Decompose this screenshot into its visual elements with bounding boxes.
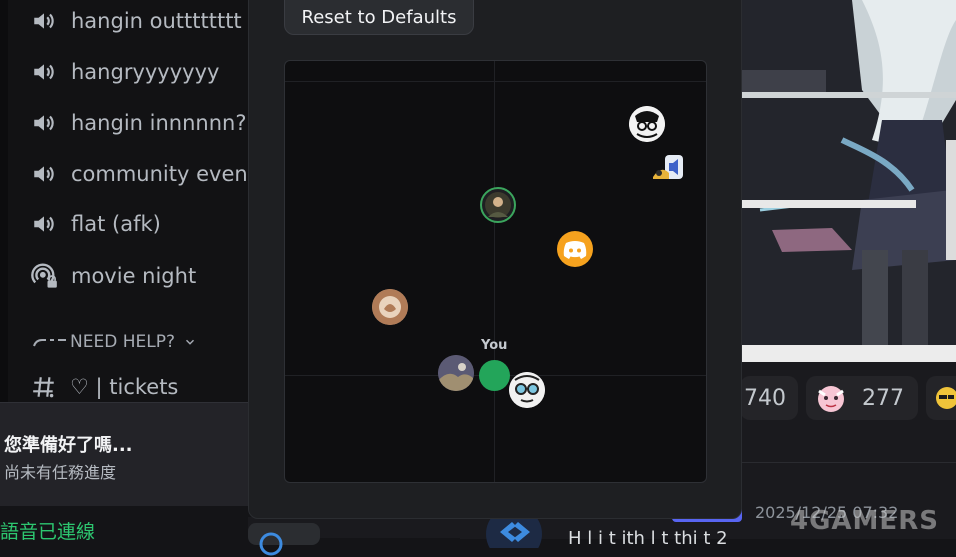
channel-label: ♡ | tickets bbox=[70, 375, 179, 399]
person-photo-avatar-icon bbox=[485, 192, 511, 218]
speaker-icon bbox=[30, 7, 58, 35]
voice-connected-status[interactable]: 語音已連線 bbox=[0, 517, 95, 544]
category-decoration-icon bbox=[33, 339, 66, 347]
panda-avatar-icon bbox=[629, 106, 665, 142]
participant-avatar[interactable] bbox=[557, 231, 593, 267]
hashtag-icon bbox=[30, 373, 58, 401]
reaction-pill[interactable]: 740 bbox=[740, 376, 798, 420]
voice-channel-community-event[interactable]: community event bbox=[30, 159, 248, 189]
participant-avatar[interactable] bbox=[509, 372, 545, 408]
watermark-logo: 4GAMERS bbox=[790, 506, 939, 536]
yellow-emoji-icon bbox=[936, 387, 956, 409]
reaction-pill[interactable] bbox=[926, 376, 956, 420]
channel-label: community event bbox=[71, 162, 248, 186]
stage-channel-movie-night[interactable]: movie night bbox=[30, 261, 196, 291]
quest-progress-card[interactable]: 您準備好了嗎... 尚未有任務進度 bbox=[0, 402, 248, 506]
chevron-down-icon bbox=[185, 339, 194, 345]
speaker-icon bbox=[30, 109, 58, 137]
goggles-character-avatar-icon bbox=[509, 372, 545, 408]
participant-avatar[interactable] bbox=[629, 106, 665, 142]
you-label: You bbox=[481, 338, 508, 353]
participant-avatar[interactable] bbox=[438, 355, 474, 391]
channel-sidebar: hangin outttttttt hangryyyyyyy hangin in… bbox=[0, 0, 248, 402]
quest-title: 您準備好了嗎... bbox=[4, 435, 133, 456]
channel-label: movie night bbox=[71, 264, 197, 288]
channel-label: hangryyyyyyy bbox=[71, 60, 220, 84]
circle-icon bbox=[259, 532, 283, 556]
speaker-icon bbox=[30, 58, 58, 86]
speaker-icon bbox=[30, 210, 58, 238]
channel-label: hangin innnnnn?? bbox=[71, 111, 248, 135]
speaker-icon bbox=[30, 160, 58, 188]
participant-avatar[interactable] bbox=[651, 151, 685, 183]
reaction-pill[interactable]: 277 bbox=[806, 376, 918, 420]
glitch-stripe bbox=[742, 345, 956, 362]
speaker-sticker-icon bbox=[653, 155, 683, 179]
voice-channel-flat-afk[interactable]: flat (afk) bbox=[30, 209, 161, 239]
participant-avatar[interactable] bbox=[372, 289, 408, 325]
you-position-dot[interactable] bbox=[479, 360, 510, 391]
discord-logo-icon bbox=[563, 241, 587, 259]
voice-channel-hangin-out[interactable]: hangin outttttttt bbox=[30, 6, 242, 36]
text-channel-tickets[interactable]: ♡ | tickets bbox=[30, 373, 178, 401]
latte-art-avatar-icon bbox=[372, 289, 408, 325]
message-text: H l i t ith l t thi t 2 bbox=[568, 528, 728, 549]
participant-avatar-speaking[interactable] bbox=[480, 187, 516, 223]
grid-line bbox=[494, 61, 495, 482]
control-button[interactable] bbox=[248, 523, 320, 556]
reaction-count: 277 bbox=[862, 385, 904, 411]
landscape-avatar-icon bbox=[438, 355, 474, 391]
stage-lock-icon bbox=[30, 262, 58, 290]
voice-channel-hangry[interactable]: hangryyyyyyy bbox=[30, 57, 219, 87]
pink-character-emoji-icon bbox=[818, 386, 844, 412]
reaction-count: 740 bbox=[744, 385, 786, 411]
channel-label: flat (afk) bbox=[71, 212, 161, 236]
glitch-stripe bbox=[742, 200, 916, 208]
user-panel-strip bbox=[248, 517, 460, 556]
reset-to-defaults-button[interactable]: Reset to Defaults bbox=[284, 0, 474, 35]
quest-subtitle: 尚未有任務進度 bbox=[4, 463, 117, 482]
anime-figure-image bbox=[742, 0, 956, 362]
grid-line bbox=[285, 81, 706, 82]
category-need-help[interactable]: NEED HELP? bbox=[32, 332, 197, 352]
media-embed-image[interactable] bbox=[742, 0, 956, 362]
server-rail-edge bbox=[0, 0, 8, 402]
category-label: NEED HELP? bbox=[70, 332, 175, 352]
channel-label: hangin outttttttt bbox=[71, 9, 242, 33]
voice-channel-hangin-in[interactable]: hangin innnnnn?? bbox=[30, 108, 248, 138]
glitch-stripe bbox=[742, 92, 956, 98]
